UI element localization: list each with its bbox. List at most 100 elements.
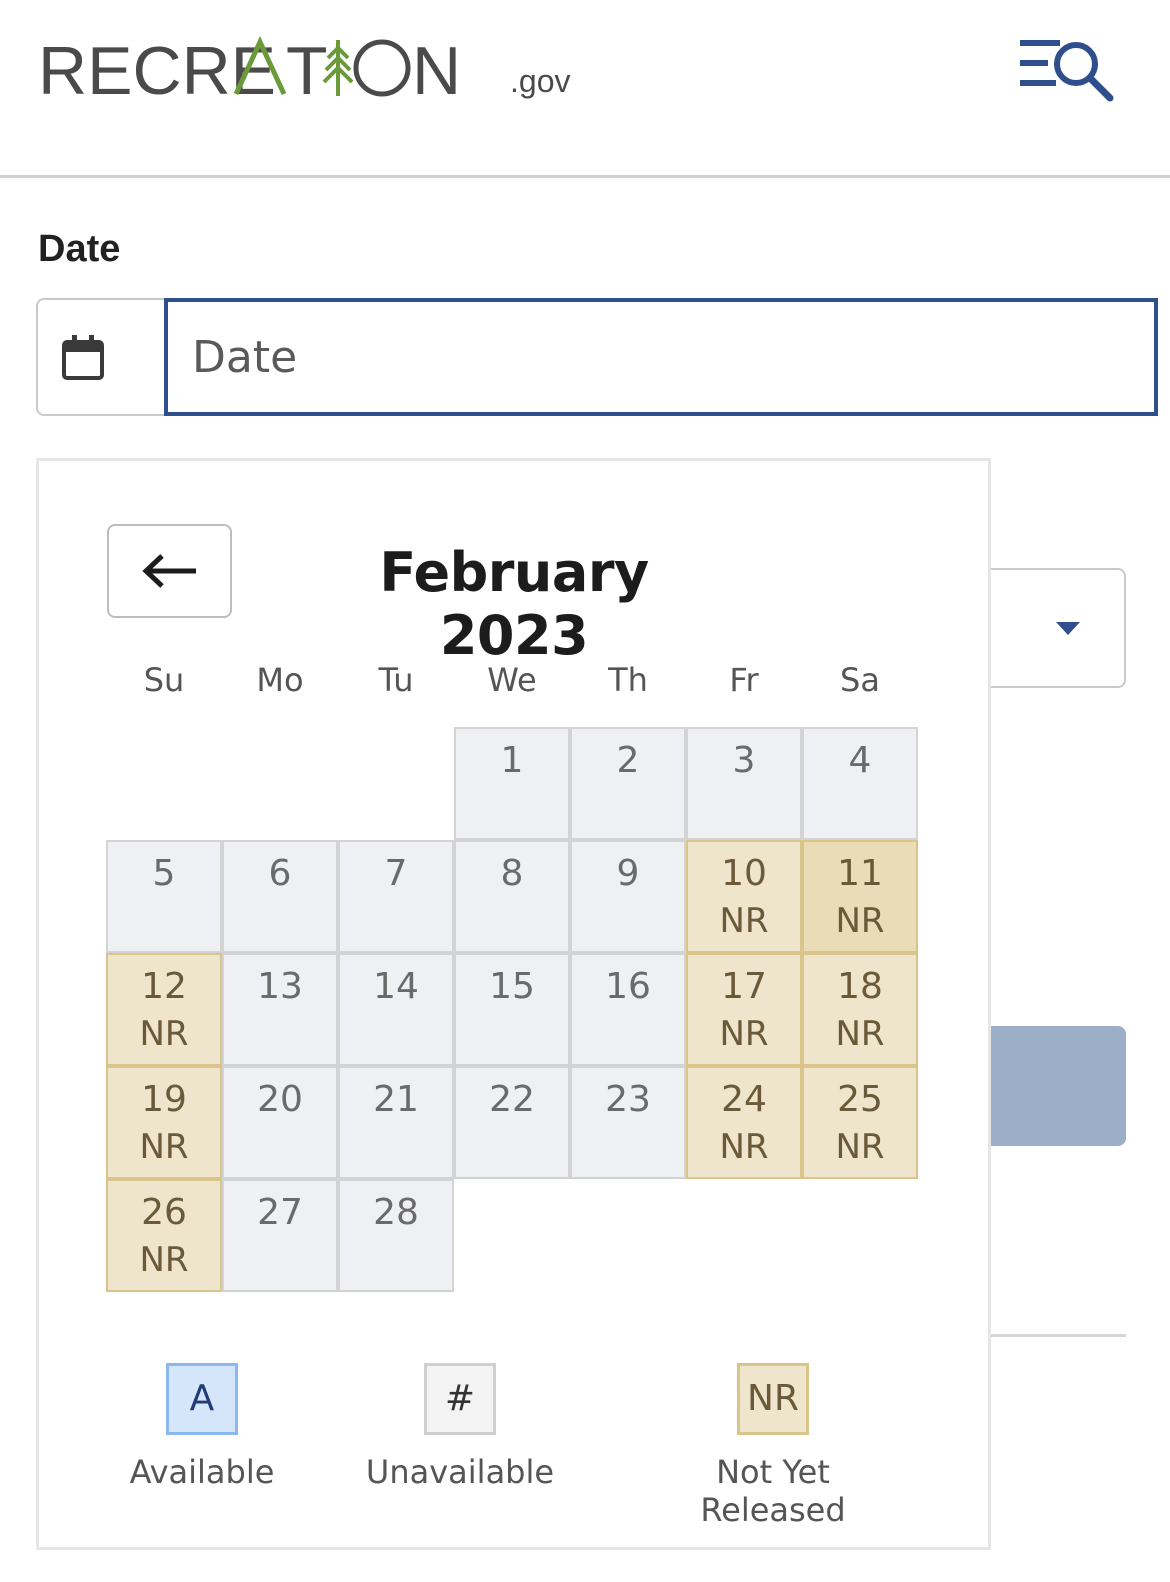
day-number: 10: [721, 853, 767, 894]
day-number: 8: [500, 853, 524, 894]
day-number: 21: [373, 1079, 419, 1120]
calendar-button[interactable]: [38, 300, 128, 414]
menu-search-button[interactable]: [1020, 38, 1116, 104]
legend-item: # Unavailable: [330, 1363, 590, 1491]
day-number: 24: [721, 1079, 767, 1120]
calendar-day[interactable]: 28: [338, 1179, 454, 1292]
calendar-day[interactable]: 9: [570, 840, 686, 953]
calendar-day[interactable]: 17 NR: [686, 953, 802, 1066]
calendar-day[interactable]: 3: [686, 727, 802, 840]
calendar-day[interactable]: 16: [570, 953, 686, 1066]
calendar-day[interactable]: 20: [222, 1066, 338, 1179]
day-number: 11: [837, 853, 883, 894]
calendar-day[interactable]: 5: [106, 840, 222, 953]
calendar-day[interactable]: 4: [802, 727, 918, 840]
weekday-label: Th: [608, 661, 648, 699]
legend-item: A Available: [72, 1363, 332, 1491]
day-number: 9: [616, 853, 640, 894]
day-number: 5: [152, 853, 176, 894]
svg-text:RECRE: RECRE: [38, 36, 276, 102]
calendar-day[interactable]: 18 NR: [802, 953, 918, 1066]
calendar-day[interactable]: 11 NR: [802, 840, 918, 953]
menu-search-icon: [1020, 40, 1114, 102]
calendar-day[interactable]: 21: [338, 1066, 454, 1179]
weekday-label: Mo: [256, 661, 304, 699]
date-field: [36, 298, 1158, 416]
calendar-day[interactable]: 13: [222, 953, 338, 1066]
svg-text:N: N: [412, 36, 461, 102]
day-number: 23: [605, 1079, 651, 1120]
calendar-day[interactable]: 6: [222, 840, 338, 953]
day-number: 15: [489, 966, 535, 1007]
calendar-day[interactable]: 12 NR: [106, 953, 222, 1066]
calendar-day[interactable]: 1: [454, 727, 570, 840]
legend-item: NR Not Yet Released: [643, 1363, 903, 1529]
day-number: 13: [257, 966, 303, 1007]
day-status: NR: [719, 1014, 769, 1054]
legend-symbol: #: [424, 1363, 496, 1435]
weekday-label: Sa: [840, 661, 880, 699]
day-status: NR: [835, 1127, 885, 1167]
day-number: 25: [837, 1079, 883, 1120]
day-number: 6: [268, 853, 292, 894]
day-number: 22: [489, 1079, 535, 1120]
day-status: NR: [719, 901, 769, 941]
weekday-label: We: [487, 661, 537, 699]
day-status: NR: [139, 1127, 189, 1167]
date-input[interactable]: [164, 298, 1158, 416]
legend-symbol: NR: [737, 1363, 809, 1435]
day-status: NR: [139, 1014, 189, 1054]
site-header: RECRE T N .gov: [0, 0, 1170, 178]
calendar-day[interactable]: 24 NR: [686, 1066, 802, 1179]
calendar-day[interactable]: 25 NR: [802, 1066, 918, 1179]
day-number: 12: [141, 966, 187, 1007]
day-number: 27: [257, 1192, 303, 1233]
weekday-label: Tu: [378, 661, 414, 699]
calendar-day[interactable]: 8: [454, 840, 570, 953]
legend-label: Not Yet Released: [700, 1453, 846, 1529]
day-number: 14: [373, 966, 419, 1007]
legend-label: Unavailable: [365, 1453, 555, 1491]
day-status: NR: [139, 1240, 189, 1280]
day-status: NR: [719, 1127, 769, 1167]
day-number: 1: [500, 740, 524, 781]
calendar-day[interactable]: 10 NR: [686, 840, 802, 953]
legend-label: Available: [129, 1453, 275, 1491]
calendar-day[interactable]: 22: [454, 1066, 570, 1179]
arrow-left-icon: [141, 554, 196, 588]
calendar-day[interactable]: 2: [570, 727, 686, 840]
day-number: 2: [616, 740, 640, 781]
month-title: February 2023: [379, 541, 649, 667]
day-number: 20: [257, 1079, 303, 1120]
day-status: NR: [835, 1014, 885, 1054]
calendar-day[interactable]: 14: [338, 953, 454, 1066]
weekday-label: Su: [143, 661, 185, 699]
svg-text:T: T: [286, 36, 328, 102]
day-number: 7: [384, 853, 408, 894]
calendar-day[interactable]: 7: [338, 840, 454, 953]
legend-symbol: A: [166, 1363, 238, 1435]
calendar-icon: [62, 335, 104, 380]
recreation-gov-logo[interactable]: RECRE T N .gov: [38, 36, 570, 102]
calendar-day[interactable]: 15: [454, 953, 570, 1066]
weekday-label: Fr: [729, 661, 759, 699]
chevron-down-icon: [1056, 622, 1080, 635]
previous-month-button[interactable]: [107, 524, 232, 618]
day-number: 18: [837, 966, 883, 1007]
day-number: 4: [848, 740, 872, 781]
date-picker-popup: February 2023 Su Mo Tu We Th Fr Sa 1 2 3 4 5 6 7 8 9 10…: [36, 458, 991, 1550]
logo-tld: .gov: [510, 63, 571, 99]
day-number: 16: [605, 966, 651, 1007]
calendar-day[interactable]: 23: [570, 1066, 686, 1179]
date-label: Date: [38, 228, 121, 270]
day-number: 19: [141, 1079, 187, 1120]
day-number: 17: [721, 966, 767, 1007]
day-number: 28: [373, 1192, 419, 1233]
calendar-day[interactable]: 19 NR: [106, 1066, 222, 1179]
day-status: NR: [835, 901, 885, 941]
day-number: 26: [141, 1192, 187, 1233]
logo-wordmark: RECRE T N: [38, 36, 461, 102]
calendar-day[interactable]: 27: [222, 1179, 338, 1292]
calendar-day[interactable]: 26 NR: [106, 1179, 222, 1292]
day-number: 3: [732, 740, 756, 781]
